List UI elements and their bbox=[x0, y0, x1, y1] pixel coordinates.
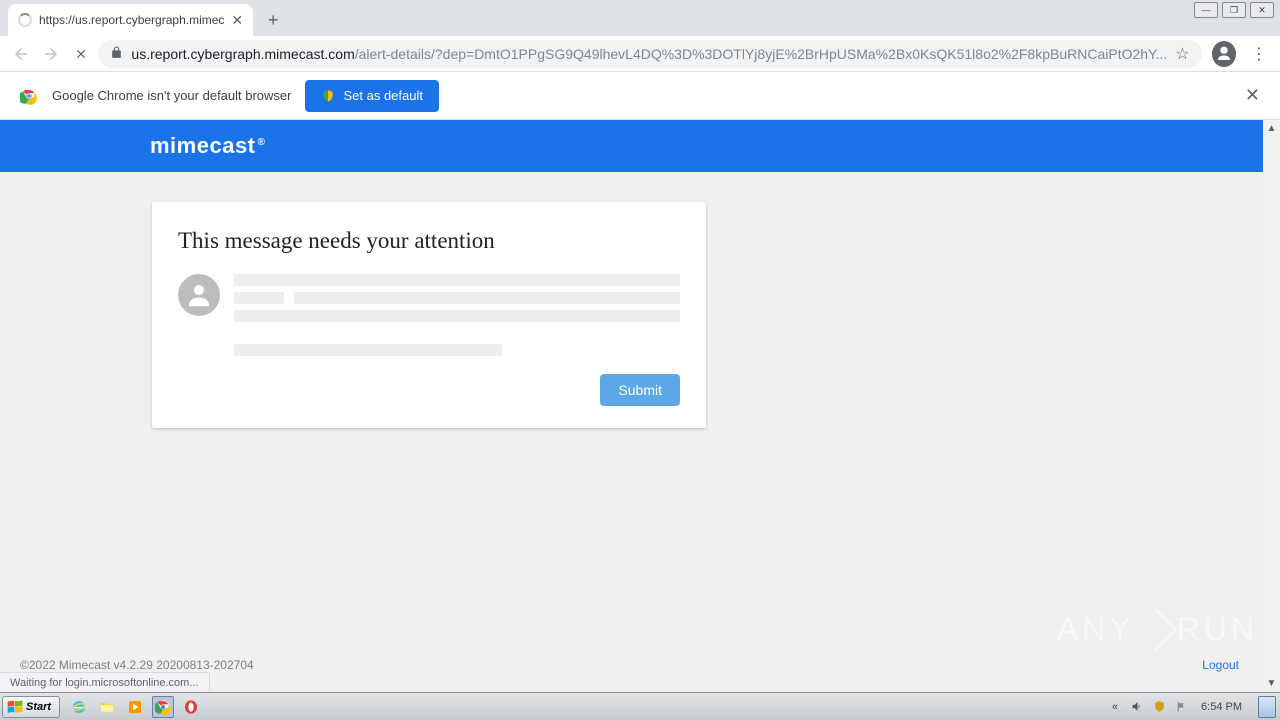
profile-avatar-button[interactable] bbox=[1212, 41, 1236, 67]
status-text: Waiting for login.microsoftonline.com... bbox=[10, 677, 199, 689]
chrome-logo-icon bbox=[20, 87, 38, 105]
arrow-left-icon bbox=[12, 45, 30, 63]
loading-skeleton bbox=[234, 274, 680, 356]
browser-status-bar: Waiting for login.microsoftonline.com... bbox=[0, 672, 210, 692]
lock-icon bbox=[110, 46, 123, 62]
window-maximize-button[interactable]: ❐ bbox=[1222, 2, 1246, 18]
submit-button[interactable]: Submit bbox=[600, 374, 680, 406]
browser-tab[interactable]: https://us.report.cybergraph.mimec ✕ bbox=[8, 4, 253, 36]
page-footer: ©2022 Mimecast v4.2.29 20200813-202704 L… bbox=[0, 658, 1263, 672]
security-icon[interactable] bbox=[1151, 699, 1167, 715]
vertical-scrollbar[interactable]: ▲ ▼ bbox=[1263, 120, 1280, 692]
set-default-label: Set as default bbox=[343, 88, 423, 103]
browser-toolbar: us.report.cybergraph.mimecast.com/alert-… bbox=[0, 36, 1280, 72]
close-icon bbox=[74, 47, 88, 61]
start-label: Start bbox=[26, 701, 51, 713]
card-heading: This message needs your attention bbox=[178, 228, 680, 254]
window-close-button[interactable]: ✕ bbox=[1250, 2, 1274, 18]
stop-button[interactable] bbox=[68, 40, 94, 68]
taskbar-chrome-icon[interactable] bbox=[152, 696, 174, 718]
tray-expand-button[interactable]: « bbox=[1107, 699, 1123, 715]
sender-avatar bbox=[178, 274, 220, 316]
forward-button[interactable] bbox=[38, 40, 64, 68]
taskbar-apps bbox=[68, 696, 202, 718]
url-text: us.report.cybergraph.mimecast.com/alert-… bbox=[131, 46, 1167, 62]
play-icon bbox=[1134, 608, 1176, 650]
mimecast-logo: mimecast® bbox=[150, 133, 265, 159]
tab-close-icon[interactable]: ✕ bbox=[231, 12, 243, 29]
card-actions: Submit bbox=[178, 374, 680, 406]
card-body bbox=[178, 274, 680, 356]
windows-flag-icon bbox=[7, 700, 23, 714]
taskbar-media-icon[interactable] bbox=[124, 696, 146, 718]
taskbar-clock[interactable]: 6:54 PM bbox=[1195, 701, 1248, 713]
infobar-text: Google Chrome isn't your default browser bbox=[52, 88, 291, 103]
tab-title: https://us.report.cybergraph.mimec bbox=[39, 13, 224, 27]
system-tray: « 6:54 PM bbox=[1107, 696, 1280, 718]
volume-icon[interactable] bbox=[1129, 699, 1145, 715]
page-viewport: mimecast® This message needs your attent… bbox=[0, 120, 1280, 692]
taskbar-opera-icon[interactable] bbox=[180, 696, 202, 718]
window-controls: — ❐ ✕ bbox=[1194, 2, 1274, 18]
chrome-menu-button[interactable]: ⋮ bbox=[1246, 40, 1272, 68]
loading-spinner-icon bbox=[18, 13, 32, 27]
browser-tab-strip: https://us.report.cybergraph.mimec ✕ + —… bbox=[0, 0, 1280, 36]
start-button[interactable]: Start bbox=[2, 696, 60, 718]
shield-icon bbox=[321, 89, 335, 103]
copyright-text: ©2022 Mimecast v4.2.29 20200813-202704 bbox=[20, 658, 254, 672]
arrow-right-icon bbox=[42, 45, 60, 63]
taskbar-explorer-icon[interactable] bbox=[96, 696, 118, 718]
show-desktop-button[interactable] bbox=[1258, 696, 1276, 718]
infobar-close-button[interactable]: ✕ bbox=[1245, 85, 1260, 106]
scroll-up-button[interactable]: ▲ bbox=[1263, 120, 1280, 137]
default-browser-infobar: Google Chrome isn't your default browser… bbox=[0, 72, 1280, 120]
alert-card: This message needs your attention Submit bbox=[152, 202, 706, 428]
windows-taskbar: Start « 6:54 PM bbox=[0, 692, 1280, 720]
set-default-button[interactable]: Set as default bbox=[305, 80, 439, 112]
brand-header: mimecast® bbox=[0, 120, 1280, 172]
back-button[interactable] bbox=[8, 40, 34, 68]
window-minimize-button[interactable]: — bbox=[1194, 2, 1218, 18]
flag-icon[interactable] bbox=[1173, 699, 1189, 715]
person-icon bbox=[184, 280, 214, 310]
address-bar[interactable]: us.report.cybergraph.mimecast.com/alert-… bbox=[98, 40, 1201, 68]
new-tab-button[interactable]: + bbox=[259, 6, 287, 34]
taskbar-ie-icon[interactable] bbox=[68, 696, 90, 718]
logout-link[interactable]: Logout bbox=[1202, 658, 1239, 672]
person-icon bbox=[1215, 45, 1233, 63]
bookmark-star-icon[interactable]: ☆ bbox=[1175, 44, 1189, 64]
scroll-down-button[interactable]: ▼ bbox=[1263, 675, 1280, 692]
anyrun-watermark: ANY RUN bbox=[1057, 611, 1258, 648]
